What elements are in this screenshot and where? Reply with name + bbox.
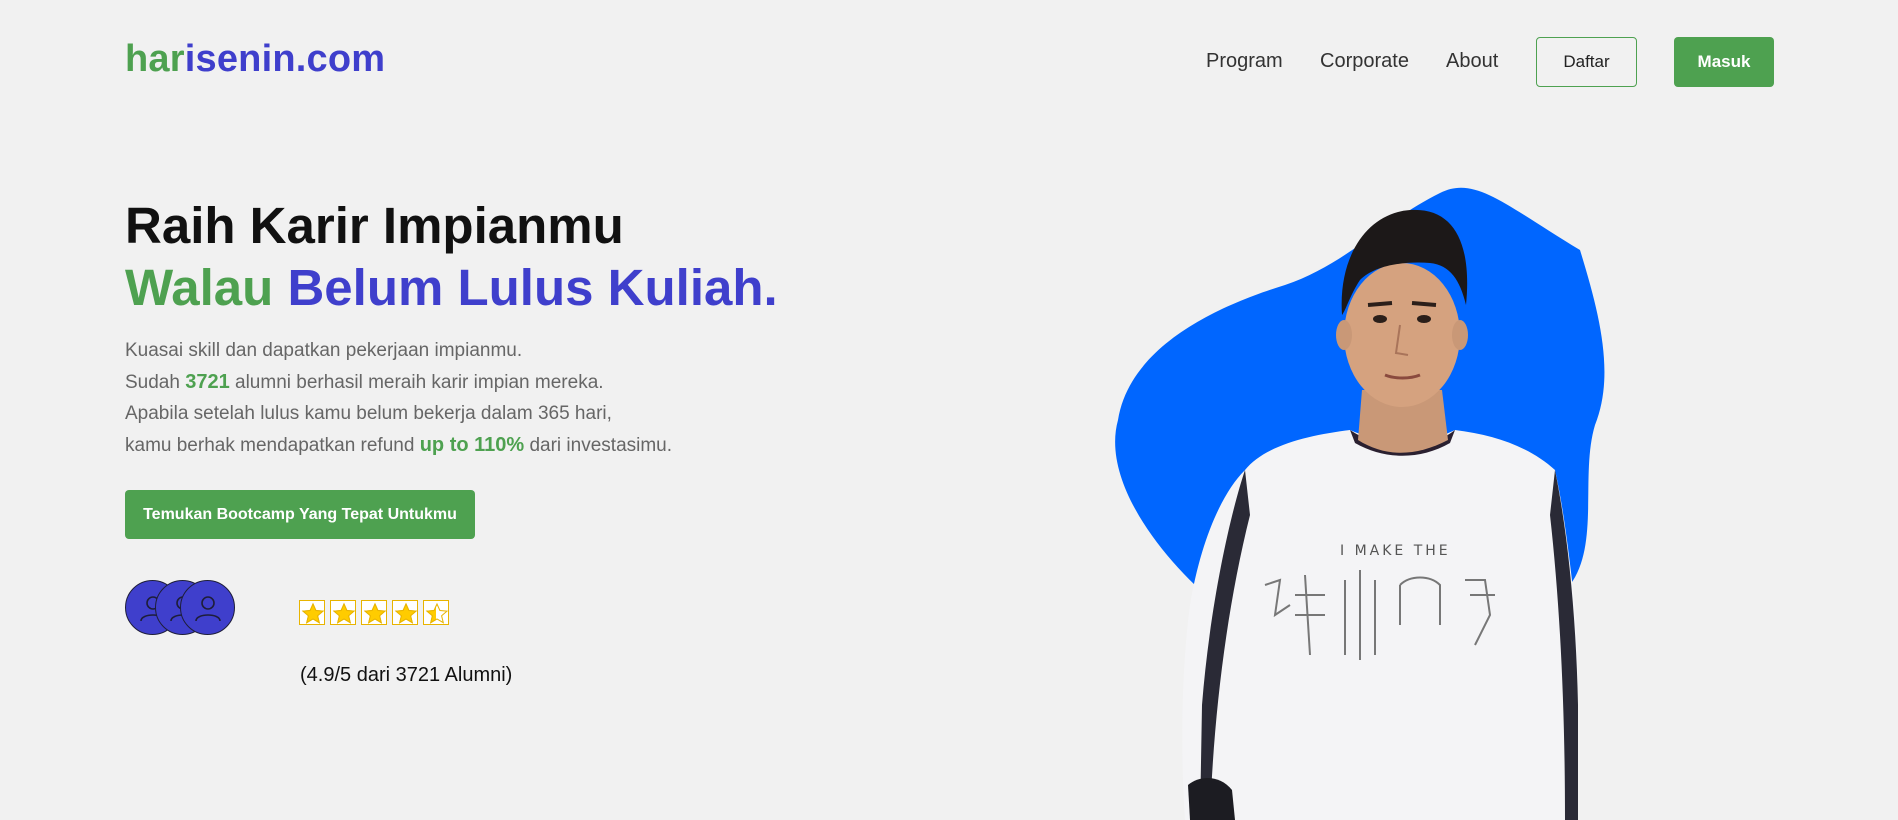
- hero-desc-line-1: Kuasai skill dan dapatkan pekerjaan impi…: [125, 340, 523, 361]
- nav-link-corporate[interactable]: Corporate: [1320, 50, 1409, 73]
- subheadline-green: Walau: [125, 259, 274, 316]
- hero-headline: Raih Karir Impianmu: [125, 197, 624, 254]
- hero-desc-line-3: Apabila setelah lulus kamu belum bekerja…: [125, 403, 612, 424]
- logo-part-har: har: [125, 38, 185, 80]
- refund-highlight: up to 110%: [419, 434, 525, 456]
- hero-photo: I MAKE THE: [1115, 187, 1605, 820]
- star-icon: [299, 600, 325, 625]
- hero-desc-line-4: kamu berhak mendapatkan refund up to 110…: [125, 434, 825, 457]
- logo[interactable]: harisenin.com: [125, 38, 385, 81]
- desc-line-2-post: alumni berhasil meraih karir impian mere…: [235, 372, 604, 393]
- desc-line-2-pre: Sudah: [125, 372, 180, 393]
- avatar: [180, 580, 235, 635]
- svg-text:I MAKE THE: I MAKE THE: [1340, 543, 1451, 559]
- masuk-button[interactable]: Masuk: [1674, 37, 1774, 87]
- find-bootcamp-button[interactable]: Temukan Bootcamp Yang Tepat Untukmu: [125, 490, 475, 539]
- alumni-count: 3721: [185, 371, 230, 393]
- subheadline-blue: Belum Lulus Kuliah.: [287, 259, 778, 316]
- star-icon: [330, 600, 356, 625]
- nav-link-program[interactable]: Program: [1206, 50, 1283, 73]
- navbar: harisenin.com Program Corporate About Da…: [0, 0, 1898, 124]
- star-icon: [392, 600, 418, 625]
- rating-text: (4.9/5 dari 3721 Alumni): [300, 664, 513, 686]
- logo-part-com: .com: [295, 38, 386, 80]
- star-icon: [423, 600, 449, 625]
- desc-line-4-pre: kamu berhak mendapatkan refund: [125, 435, 415, 456]
- star-icon: [361, 600, 387, 625]
- daftar-button[interactable]: Daftar: [1536, 37, 1637, 87]
- hero-subheadline: Walau Belum Lulus Kuliah.: [125, 258, 778, 317]
- desc-line-4-post: dari investasimu.: [529, 435, 673, 456]
- user-icon: [195, 596, 221, 622]
- logo-part-isenin: isenin: [184, 38, 296, 80]
- nav-link-about[interactable]: About: [1446, 50, 1498, 73]
- hero-desc-line-2: Sudah 3721 alumni berhasil meraih karir …: [125, 371, 825, 394]
